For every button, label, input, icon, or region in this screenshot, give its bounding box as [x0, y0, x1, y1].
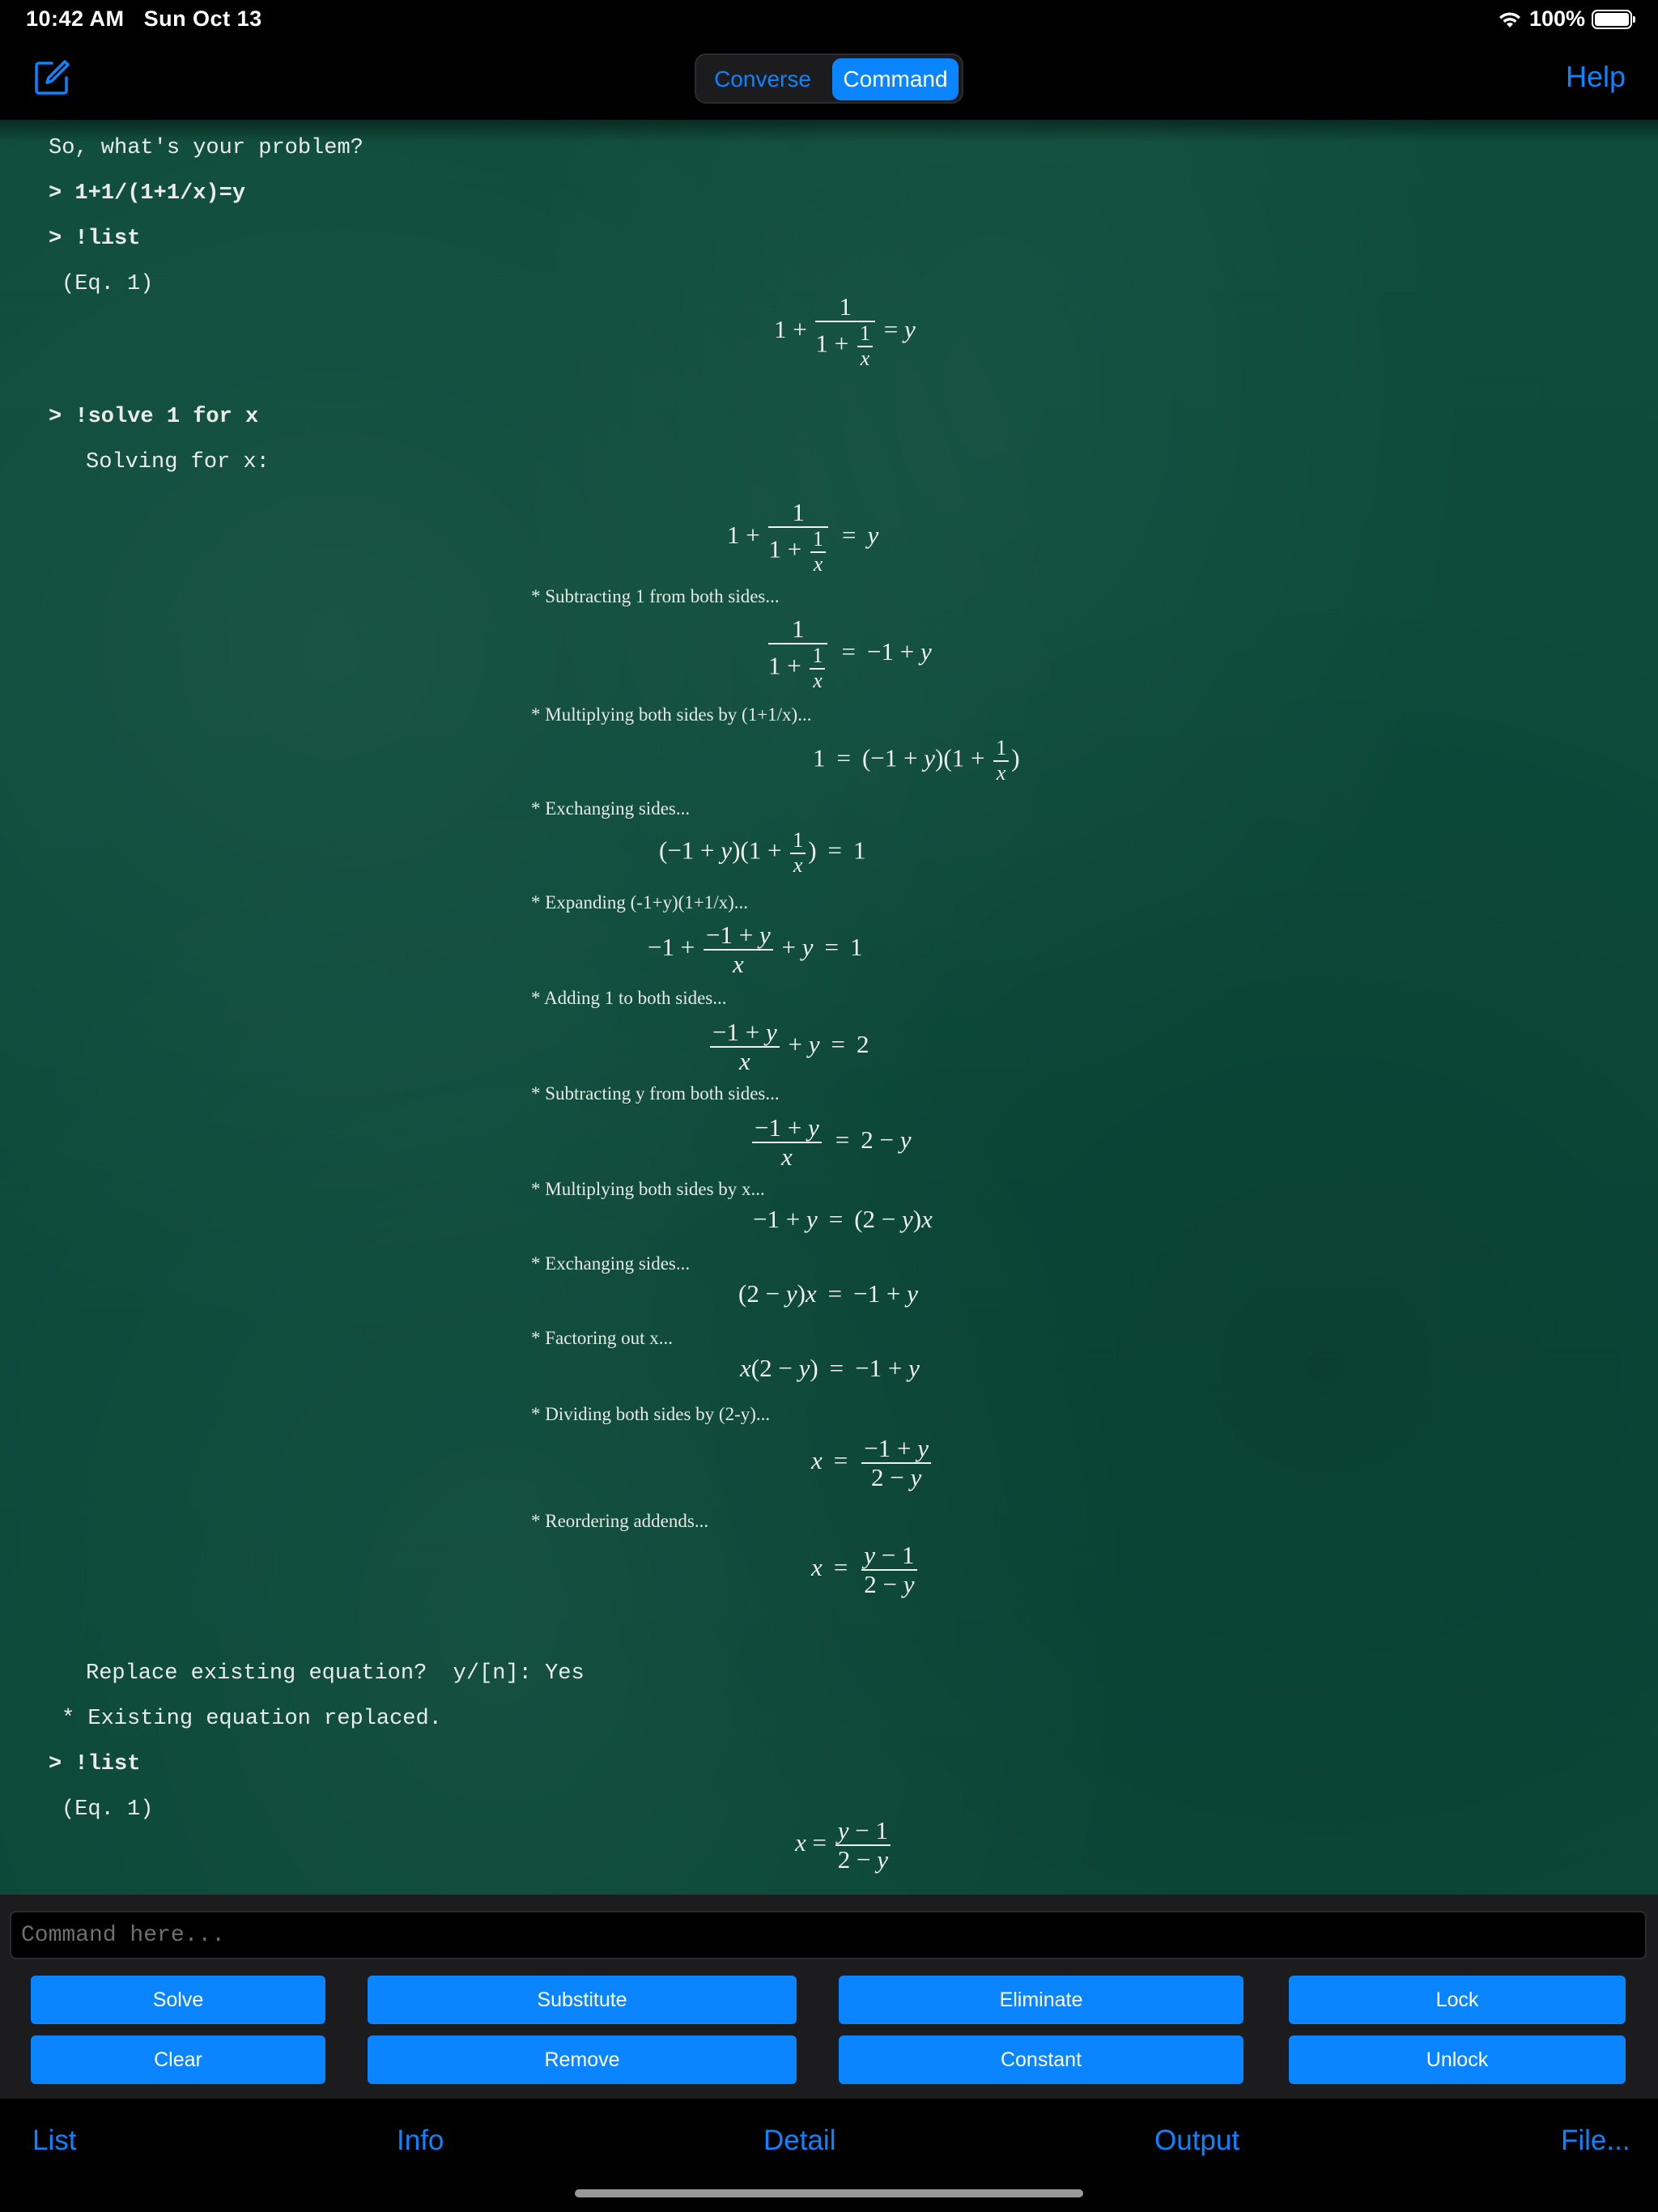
- tab-output[interactable]: Output: [1154, 2125, 1239, 2157]
- segment-command[interactable]: Command: [832, 58, 959, 100]
- solution-step: * Factoring out x...: [531, 1328, 674, 1348]
- command-input[interactable]: [10, 1911, 1647, 1959]
- solution-equation: x(2 − y) = −1 + y: [740, 1354, 920, 1382]
- bottom-toolbar: List Info Detail Output File...: [0, 2099, 1658, 2212]
- solution-step: * Multiplying both sides by (1+1/x)...: [531, 704, 812, 725]
- command-line: > 1+1/(1+1/x)=y: [49, 181, 246, 206]
- solve-button[interactable]: Solve: [31, 1976, 325, 2024]
- unlock-button[interactable]: Unlock: [1289, 2035, 1626, 2084]
- battery-percent: 100%: [1528, 6, 1585, 31]
- solution-step: * Subtracting 1 from both sides...: [531, 586, 780, 606]
- equation-label: (Eq. 1): [62, 1797, 154, 1822]
- eliminate-button[interactable]: Eliminate: [839, 1976, 1244, 2024]
- solution-step: * Multiplying both sides by x...: [531, 1179, 765, 1199]
- tab-file[interactable]: File...: [1561, 2125, 1630, 2157]
- clear-button[interactable]: Clear: [31, 2035, 325, 2084]
- equation-label: (Eq. 1): [62, 272, 154, 296]
- solution-equation: (2 − y)x = −1 + y: [738, 1279, 918, 1308]
- solution-equation: 1 = (−1 + y)(1 + 1 x): [813, 736, 1020, 785]
- greeting-text: So, what's your problem?: [49, 136, 363, 160]
- mode-segmented-control: Converse Command: [695, 53, 963, 104]
- status-indicators: 100%: [1497, 6, 1635, 32]
- home-indicator[interactable]: [575, 2189, 1083, 2197]
- solution-equation: 11 + 1 x = −1 + y: [768, 615, 932, 692]
- solution-equation: −1 + y = (2 − y)x: [753, 1205, 933, 1233]
- lock-button[interactable]: Lock: [1289, 1976, 1626, 2024]
- solution-equation: (−1 + y)(1 + 1 x) = 1: [659, 828, 866, 877]
- navigation-bar: Converse Command Help: [0, 40, 1658, 120]
- solution-equation: −1 + −1 + yx + y = 1: [648, 921, 863, 979]
- solution-step: * Adding 1 to both sides...: [531, 988, 727, 1008]
- solution-step: * Exchanging sides...: [531, 1253, 691, 1274]
- status-bar: 10:42 AM Sun Oct 13 100%: [0, 0, 1658, 40]
- command-line: > !list: [49, 227, 141, 251]
- solution-step: * Subtracting y from both sides...: [531, 1083, 780, 1104]
- tab-detail[interactable]: Detail: [763, 2125, 835, 2157]
- equation-display: 1 + 11 + 1x = y: [774, 292, 916, 370]
- compose-icon[interactable]: [32, 58, 71, 97]
- solving-text: Solving for x:: [86, 450, 270, 474]
- tab-list[interactable]: List: [32, 2125, 76, 2157]
- command-panel: Solve Substitute Eliminate Lock Clear Re…: [0, 1895, 1658, 2099]
- tab-info[interactable]: Info: [397, 2125, 444, 2157]
- remove-button[interactable]: Remove: [368, 2035, 797, 2084]
- solution-equation: −1 + y x = 2 − y: [750, 1113, 911, 1171]
- help-button[interactable]: Help: [1566, 60, 1626, 94]
- solution-equation: −1 + yx + y = 2: [708, 1018, 869, 1075]
- solution-step: * Expanding (-1+y)(1+1/x)...: [531, 892, 749, 912]
- constant-button[interactable]: Constant: [839, 2035, 1244, 2084]
- solution-equation: x = y − 12 − y: [811, 1541, 920, 1598]
- replaced-message: * Existing equation replaced.: [62, 1707, 442, 1731]
- solution-step: * Dividing both sides by (2-y)...: [531, 1404, 771, 1424]
- console-output[interactable]: So, what's your problem? > 1+1/(1+1/x)=y…: [0, 120, 1658, 1895]
- solution-equation: x = −1 + y2 − y: [811, 1434, 933, 1491]
- command-line: > !solve 1 for x: [49, 405, 259, 429]
- substitute-button[interactable]: Substitute: [368, 1976, 797, 2024]
- status-time: 10:42 AM Sun Oct 13: [26, 6, 262, 31]
- equation-display: x = y − 12 − y: [795, 1816, 893, 1874]
- replace-prompt: Replace existing equation? y/[n]: Yes: [86, 1661, 585, 1686]
- solution-equation: 1 + 11 + 1 x = y: [727, 498, 879, 576]
- solution-step: * Exchanging sides...: [531, 798, 691, 819]
- battery-icon: [1592, 9, 1635, 29]
- command-line: > !list: [49, 1752, 141, 1776]
- segment-converse[interactable]: Converse: [699, 58, 826, 100]
- solution-step: * Reordering addends...: [531, 1511, 709, 1531]
- wifi-icon: [1499, 11, 1520, 28]
